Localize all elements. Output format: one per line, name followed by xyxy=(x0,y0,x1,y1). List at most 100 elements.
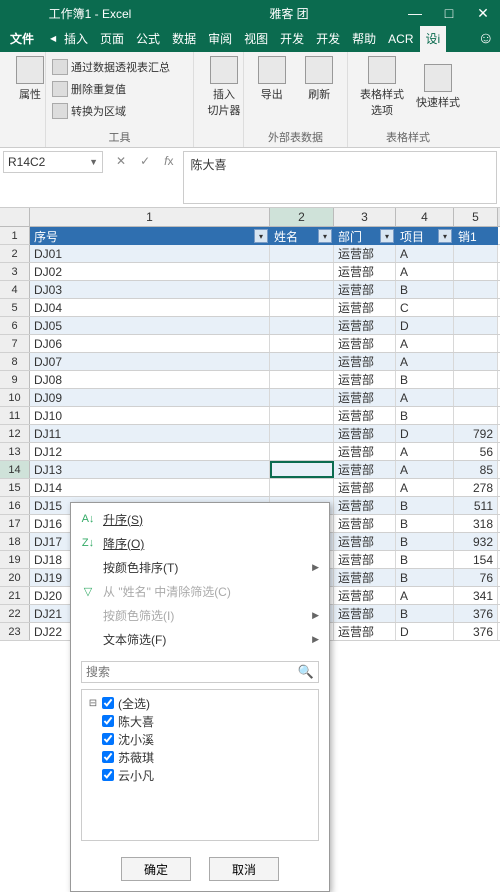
cell-sale[interactable]: 376 xyxy=(454,605,498,622)
tab-insert[interactable]: 插入 xyxy=(58,26,94,52)
cell-sale[interactable]: 792 xyxy=(454,425,498,442)
row-header[interactable]: 8 xyxy=(0,353,30,370)
name-box-dropdown-icon[interactable]: ▼ xyxy=(89,157,98,167)
cell-name[interactable] xyxy=(270,371,334,388)
cell-serial[interactable]: DJ12 xyxy=(30,443,270,460)
name-box[interactable]: R14C2 ▼ xyxy=(3,151,103,173)
colh-3[interactable]: 3 xyxy=(334,208,396,226)
th-sale[interactable]: 销1 xyxy=(454,227,498,245)
tree-collapse-icon[interactable]: ⊟ xyxy=(88,698,98,709)
row-header[interactable]: 2 xyxy=(0,245,30,262)
cell-proj[interactable]: A xyxy=(396,335,454,352)
cell-proj[interactable]: A xyxy=(396,245,454,262)
cell-proj[interactable]: B xyxy=(396,551,454,568)
cell-serial[interactable]: DJ01 xyxy=(30,245,270,262)
summarize-pivot-button[interactable]: 通过数据透视表汇总 xyxy=(52,56,187,78)
remove-duplicates-button[interactable]: 删除重复值 xyxy=(52,78,187,100)
sort-asc-item[interactable]: A↓升序(S) xyxy=(71,507,329,531)
row-header[interactable]: 23 xyxy=(0,623,30,640)
cell-sale[interactable]: 318 xyxy=(454,515,498,532)
cell-serial[interactable]: DJ06 xyxy=(30,335,270,352)
cell-sale[interactable]: 76 xyxy=(454,569,498,586)
tab-design[interactable]: 设i xyxy=(420,26,447,52)
rowh-1[interactable]: 1 xyxy=(0,227,30,244)
cell-sale[interactable]: 511 xyxy=(454,497,498,514)
row-header[interactable]: 16 xyxy=(0,497,30,514)
cell-sale[interactable] xyxy=(454,317,498,334)
cell-serial[interactable]: DJ08 xyxy=(30,371,270,388)
cell-serial[interactable]: DJ05 xyxy=(30,317,270,334)
colh-4[interactable]: 4 xyxy=(396,208,454,226)
cell-proj[interactable]: B xyxy=(396,569,454,586)
cell-name[interactable] xyxy=(270,407,334,424)
cell-dept[interactable]: 运营部 xyxy=(334,335,396,352)
row-header[interactable]: 3 xyxy=(0,263,30,280)
filter-btn-serial[interactable]: ▾ xyxy=(254,229,268,243)
cell-proj[interactable]: B xyxy=(396,281,454,298)
close-button[interactable]: ✕ xyxy=(466,5,500,22)
cell-dept[interactable]: 运营部 xyxy=(334,569,396,586)
cell-sale[interactable]: 85 xyxy=(454,461,498,478)
cell-proj[interactable]: A xyxy=(396,263,454,280)
row-header[interactable]: 6 xyxy=(0,317,30,334)
cell-serial[interactable]: DJ09 xyxy=(30,389,270,406)
cell-name[interactable] xyxy=(270,461,334,478)
cell-proj[interactable]: A xyxy=(396,479,454,496)
cell-sale[interactable] xyxy=(454,281,498,298)
cell-sale[interactable]: 154 xyxy=(454,551,498,568)
quick-style-button[interactable]: 快速样式 xyxy=(414,56,462,118)
tab-data[interactable]: 数据 xyxy=(166,26,202,52)
cell-serial[interactable]: DJ04 xyxy=(30,299,270,316)
cell-dept[interactable]: 运营部 xyxy=(334,623,396,640)
cell-dept[interactable]: 运营部 xyxy=(334,551,396,568)
th-proj[interactable]: 项目▾ xyxy=(396,227,454,245)
tab-page[interactable]: 页面 xyxy=(94,26,130,52)
cell-proj[interactable]: A xyxy=(396,443,454,460)
cell-proj[interactable]: D xyxy=(396,623,454,640)
cell-proj[interactable]: B xyxy=(396,515,454,532)
cancel-button[interactable]: 取消 xyxy=(209,857,279,881)
filter-check-item[interactable]: 陈大喜 xyxy=(88,712,312,730)
cell-name[interactable] xyxy=(270,299,334,316)
ok-button[interactable]: 确定 xyxy=(121,857,191,881)
cell-dept[interactable]: 运营部 xyxy=(334,407,396,424)
cell-sale[interactable]: 376 xyxy=(454,623,498,640)
sort-by-color-item[interactable]: 按颜色排序(T)▶ xyxy=(71,555,329,579)
cell-sale[interactable] xyxy=(454,407,498,424)
filter-check-item[interactable]: 云小凡 xyxy=(88,766,312,784)
tab-dev1[interactable]: 开发 xyxy=(274,26,310,52)
cell-name[interactable] xyxy=(270,443,334,460)
cell-serial[interactable]: DJ07 xyxy=(30,353,270,370)
cell-proj[interactable]: B xyxy=(396,497,454,514)
cell-name[interactable] xyxy=(270,263,334,280)
cell-proj[interactable]: A xyxy=(396,389,454,406)
cell-serial[interactable]: DJ14 xyxy=(30,479,270,496)
cell-proj[interactable]: C xyxy=(396,299,454,316)
cell-serial[interactable]: DJ11 xyxy=(30,425,270,442)
cell-dept[interactable]: 运营部 xyxy=(334,587,396,604)
cell-sale[interactable]: 278 xyxy=(454,479,498,496)
th-dept[interactable]: 部门▾ xyxy=(334,227,396,245)
row-header[interactable]: 10 xyxy=(0,389,30,406)
cell-dept[interactable]: 运营部 xyxy=(334,461,396,478)
row-header[interactable]: 11 xyxy=(0,407,30,424)
convert-range-button[interactable]: 转换为区域 xyxy=(52,100,187,122)
row-header[interactable]: 13 xyxy=(0,443,30,460)
colh-5[interactable]: 5 xyxy=(454,208,498,226)
cell-proj[interactable]: B xyxy=(396,371,454,388)
select-all-corner[interactable] xyxy=(0,208,30,226)
cell-proj[interactable]: D xyxy=(396,425,454,442)
cell-name[interactable] xyxy=(270,317,334,334)
cell-sale[interactable] xyxy=(454,335,498,352)
feedback-smiley-icon[interactable]: ☺ xyxy=(472,26,500,52)
formula-input[interactable]: 陈大喜 xyxy=(183,151,497,204)
cell-sale[interactable]: 341 xyxy=(454,587,498,604)
tab-file[interactable]: 文件 xyxy=(0,26,44,52)
row-header[interactable]: 5 xyxy=(0,299,30,316)
th-name[interactable]: 姓名▾ xyxy=(270,227,334,245)
tab-formula[interactable]: 公式 xyxy=(130,26,166,52)
cancel-formula-icon[interactable]: ✕ xyxy=(116,154,126,168)
colh-1[interactable]: 1 xyxy=(30,208,270,226)
cell-serial[interactable]: DJ10 xyxy=(30,407,270,424)
cell-dept[interactable]: 运营部 xyxy=(334,605,396,622)
